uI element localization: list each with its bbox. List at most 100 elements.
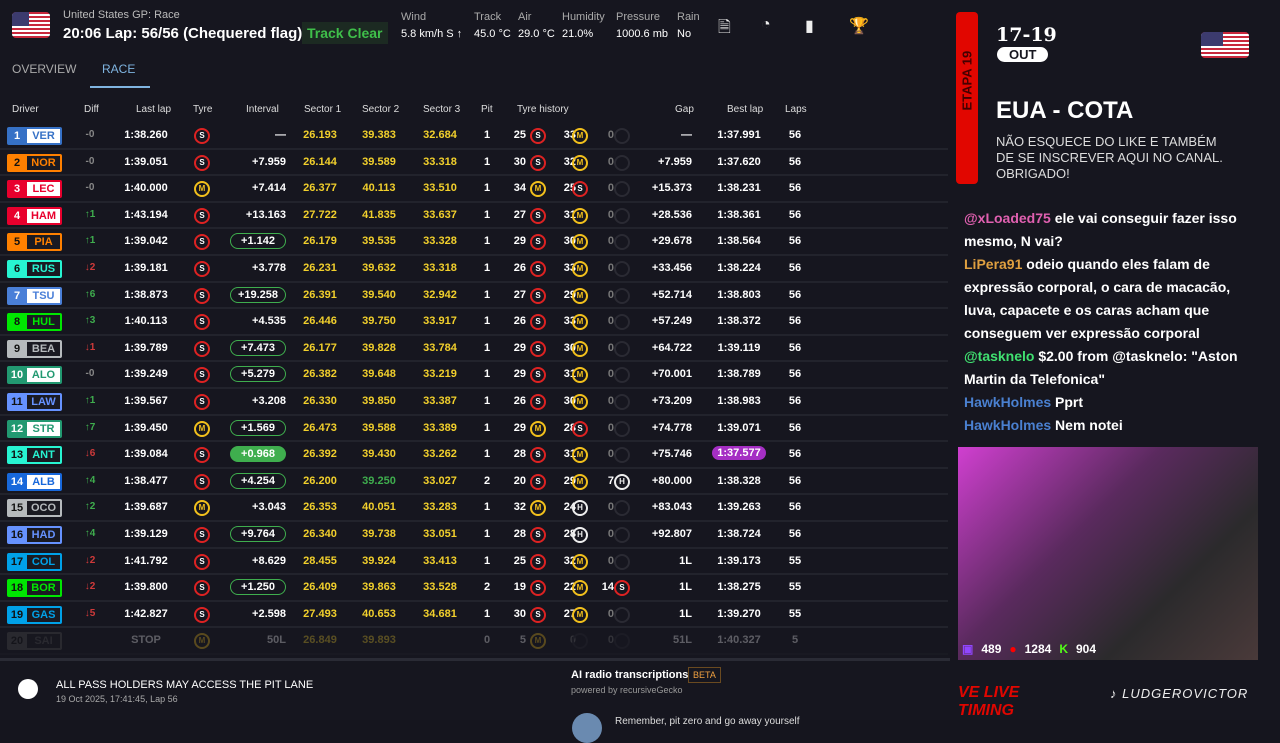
pit-count: 1 [483,235,491,248]
column-header[interactable]: Tyre [193,104,212,115]
table-row[interactable]: 7 TSU ↑6 1:38.873 S +19.258 26.391 39.540… [0,283,948,310]
best-lap: 1:38.983 [717,394,761,407]
tyre-M-icon: M [530,181,546,198]
table-row[interactable]: 12 STR ↑7 1:39.450 M +1.569 26.473 39.588… [0,416,948,443]
usa-flag-icon [12,12,50,38]
chat-username[interactable]: LiPera91 [964,256,1022,272]
race-control-message: ALL PASS HOLDERS MAY ACCESS THE PIT LANE [56,679,314,691]
table-row[interactable]: 6 RUS ↓2 1:39.181 S +3.778 26.231 39.632 … [0,256,948,283]
sector-1: 26.409 [303,581,337,594]
tyre-S-icon: S [194,553,210,570]
tyre-S-icon: S [530,154,546,171]
column-header[interactable]: Best lap [727,104,763,115]
tyre-M-icon: M [572,287,588,304]
driver-code: ALB [27,474,60,489]
empty-icon [614,447,630,464]
sector-2: 40.653 [362,607,396,620]
table-row[interactable]: 11 LAW ↑1 1:39.567 S +3.208 26.330 39.850… [0,389,948,416]
stint-laps: 25 [513,129,526,141]
table-row[interactable]: 18 BOR ↓2 1:39.800 S +1.250 26.409 39.863… [0,575,948,602]
tab-race[interactable]: RACE [102,62,135,76]
tab-overview[interactable]: OVERVIEW [12,62,76,76]
document-search-icon[interactable]: 🗎 [718,16,731,43]
last-lap: 1:43.194 [124,208,168,221]
speedometer-icon[interactable]: ◔ [761,16,771,34]
sector-1: 28.455 [303,554,337,567]
tyre-S-icon: S [530,526,546,543]
stint-laps: 20 [513,474,526,487]
tyre-M-icon: M [572,234,588,251]
column-header[interactable]: Pit [481,104,493,115]
chat-username[interactable]: HawkHolmes [964,394,1051,410]
last-lap: 1:39.800 [124,581,168,594]
laps: 55 [788,607,802,620]
interval: +7.414 [252,182,286,195]
weather-label: Pressure [616,11,661,23]
table-row[interactable]: 20 SAI STOP M 50L 26.849 39.893 0 5M00 51… [0,628,948,655]
driver-badge: 4 HAM [7,206,62,225]
column-header[interactable]: Sector 1 [304,104,341,115]
position: 12 [10,422,24,435]
sector-3: 33.389 [423,421,457,434]
sector-1: 26.200 [303,474,337,487]
tyre-M-icon: M [530,420,546,437]
driver-code: VER [27,129,60,143]
table-row[interactable]: 4 HAM ↑1 1:43.194 S +13.163 27.722 41.835… [0,203,948,230]
column-header[interactable]: Interval [246,104,279,115]
stint-laps: 29 [513,421,526,434]
last-lap: 1:40.113 [124,315,168,328]
sector-2: 39.828 [362,341,396,354]
chat-username[interactable]: @tasknelo [964,348,1034,364]
chat-username[interactable]: HawkHolmes [964,417,1051,433]
trophy-icon[interactable]: 🏆 [849,16,869,36]
column-header[interactable]: Driver [12,104,39,115]
stint-laps: 28 [513,527,526,540]
column-header[interactable]: Sector 3 [423,104,460,115]
table-row[interactable]: 17 COL ↓2 1:41.792 S +8.629 28.455 39.924… [0,549,948,576]
table-row[interactable]: 15 OCO ↑2 1:39.687 M +3.043 26.353 40.051… [0,495,948,522]
tyre-S-icon: S [530,287,546,304]
pit-count: 1 [483,155,491,168]
sector-2: 39.535 [362,235,396,248]
sector-3: 33.283 [423,501,457,514]
tyre-S-icon: S [194,154,210,171]
stint-laps: 29 [513,368,526,381]
best-lap: 1:38.372 [717,315,761,328]
table-row[interactable]: 1 VER -0 1:38.260 S — 26.193 39.383 32.68… [0,123,948,150]
column-header[interactable]: Laps [785,104,807,115]
stint-laps: 0 [607,527,614,540]
table-row[interactable]: 3 LEC -0 1:40.000 M +7.414 26.377 40.113 … [0,176,948,203]
interval: +5.279 [230,366,286,383]
table-row[interactable]: 13 ANT ↓6 1:39.084 S +0.968 26.392 39.430… [0,442,948,469]
table-row[interactable]: 8 HUL ↑3 1:40.113 S +4.535 26.446 39.750 … [0,309,948,336]
tyre-M-icon: M [572,314,588,331]
table-row[interactable]: 5 PIA ↑1 1:39.042 S +1.142 26.179 39.535 … [0,229,948,256]
column-header[interactable]: Diff [84,104,99,115]
column-header[interactable]: Tyre history [517,104,569,115]
driver-code: HAM [27,208,60,223]
tyre-M-icon: M [572,606,588,623]
table-row[interactable]: 9 BEA ↓1 1:39.789 S +7.473 26.177 39.828 … [0,336,948,363]
table-row[interactable]: 16 HAD ↑4 1:39.129 S +9.764 26.340 39.738… [0,522,948,549]
pit-count: 1 [483,501,491,514]
last-lap: 1:39.567 [124,394,168,407]
timing-table: 1 VER -0 1:38.260 S — 26.193 39.383 32.68… [0,123,948,655]
table-row[interactable]: 19 GAS ↓5 1:42.827 S +2.598 27.493 40.653… [0,602,948,629]
table-row[interactable]: 2 NOR -0 1:39.051 S +7.959 26.144 39.589 … [0,150,948,177]
sector-1: 27.722 [303,208,337,221]
chat-username[interactable]: @xLoaded75 [964,210,1051,226]
position-diff: ↓1 [84,341,96,353]
tyre-S-icon: S [194,207,210,224]
last-lap: 1:38.260 [124,129,168,141]
column-header[interactable]: Gap [675,104,694,115]
bar-chart-icon[interactable]: ▮ [805,16,814,36]
position: 14 [10,475,24,488]
position-diff: ↑1 [84,394,96,406]
table-row[interactable]: 14 ALB ↑4 1:38.477 S +4.254 26.200 39.250… [0,469,948,496]
column-header[interactable]: Sector 2 [362,104,399,115]
sector-3: 33.262 [423,448,457,461]
stint-laps: 19 [513,581,526,594]
column-header[interactable]: Last lap [136,104,171,115]
table-row[interactable]: 10 ALO -0 1:39.249 S +5.279 26.382 39.648… [0,362,948,389]
position: 3 [13,183,21,196]
